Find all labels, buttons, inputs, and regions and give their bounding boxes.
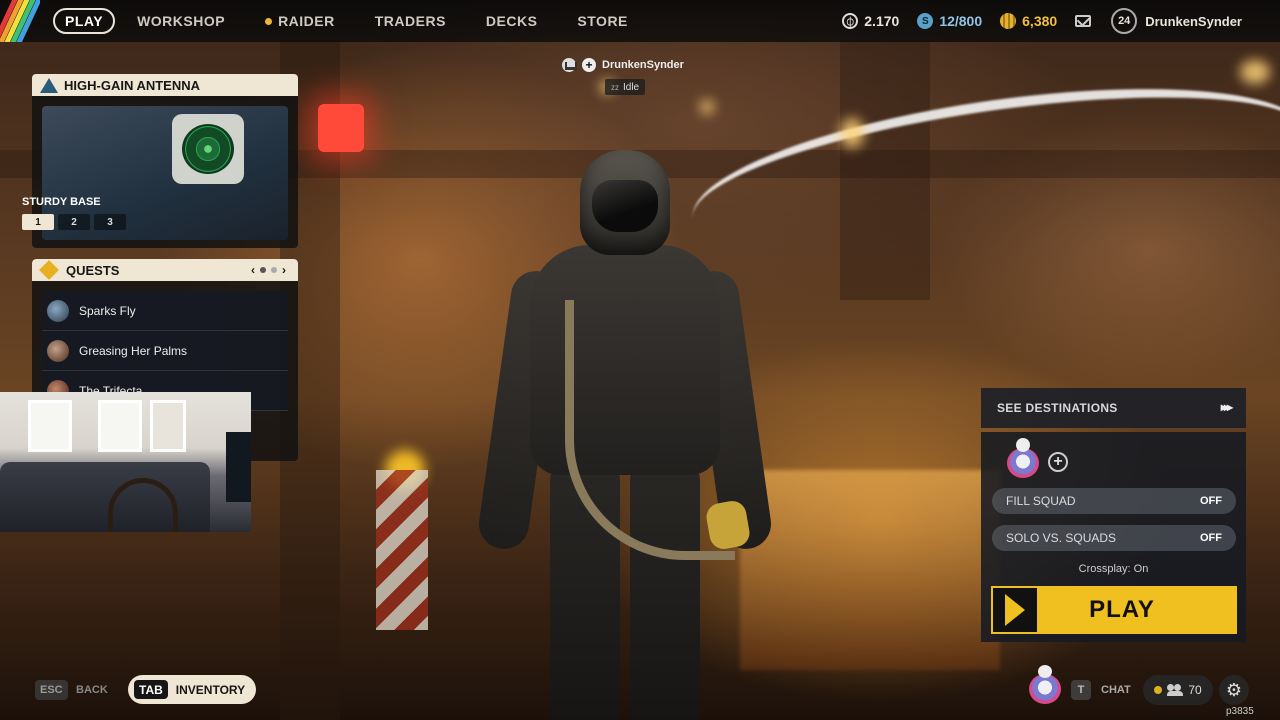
triple-chevron-icon: ▸▸▸ <box>1220 400 1233 414</box>
antenna-title: HIGH-GAIN ANTENNA <box>64 77 201 93</box>
nav-workshop[interactable]: WORKSHOP <box>117 8 245 34</box>
striped-barrier <box>376 470 428 630</box>
radar-screen <box>182 124 234 174</box>
notification-dot-icon <box>265 17 273 25</box>
top-nav-bar: PLAY WORKSHOP RAIDER TRADERS DECKS STORE… <box>0 0 1280 42</box>
nav-decks[interactable]: DECKS <box>466 8 558 34</box>
antenna-header: HIGH-GAIN ANTENNA <box>32 74 298 96</box>
brand-stripes <box>0 0 40 42</box>
quest-name: Sparks Fly <box>79 303 136 318</box>
crown-icon <box>562 58 577 72</box>
solo-label: SOLO VS. SQUADS <box>1006 531 1117 545</box>
nav-store[interactable]: STORE <box>557 8 647 34</box>
destinations-label: SEE DESTINATIONS <box>997 401 1118 415</box>
mail-icon[interactable] <box>1075 15 1092 27</box>
gear-icon[interactable]: ⚙ <box>1219 675 1249 705</box>
friends-count: 70 <box>1188 683 1202 697</box>
webcam-overlay <box>0 392 251 532</box>
inventory-label: INVENTORY <box>175 682 246 697</box>
back-label[interactable]: BACK <box>76 684 108 696</box>
pager-prev-icon[interactable]: ‹ <box>251 263 255 277</box>
friends-icon <box>1167 684 1184 696</box>
solo-value: OFF <box>1200 532 1222 544</box>
fill-squad-value: OFF <box>1200 495 1222 507</box>
player-tag-name: DrunkenSynder <box>602 59 684 71</box>
tier-2-tab[interactable]: 2 <box>58 214 90 230</box>
main-nav: PLAY WORKSHOP RAIDER TRADERS DECKS STORE <box>53 8 648 34</box>
chat-key-hint[interactable]: T <box>1071 680 1091 700</box>
tier-1-tab[interactable]: 1 <box>22 214 54 230</box>
currency-coins[interactable]: ⏀ 2.170 <box>842 13 899 29</box>
nav-raider[interactable]: RAIDER <box>245 8 355 34</box>
quests-header: QUESTS ‹ › <box>32 259 298 281</box>
seed-icon: S <box>917 13 934 29</box>
raider-character <box>470 150 775 720</box>
quest-diamond-icon <box>39 260 59 280</box>
squad-avatar[interactable] <box>1007 448 1039 478</box>
tier-3-tab[interactable]: 3 <box>94 214 126 230</box>
play-button[interactable]: PLAY <box>991 586 1237 634</box>
crossplay-status: Crossplay: On <box>1078 563 1149 575</box>
pager-dot-active <box>260 267 266 273</box>
currency-bar: ⏀ 2.170 S 12/800 6,380 24 DrunkenSynder <box>842 0 1280 42</box>
player-tag: + DrunkenSynder <box>562 58 684 72</box>
currency-seeds[interactable]: S 12/800 <box>917 13 982 29</box>
friends-button[interactable]: 70 <box>1143 675 1213 705</box>
quests-pager: ‹ › <box>251 263 286 277</box>
inventory-button[interactable]: TAB INVENTORY <box>128 675 256 704</box>
nav-traders[interactable]: TRADERS <box>355 8 466 34</box>
neon-ring <box>682 57 1280 293</box>
quests-title: QUESTS <box>66 262 120 278</box>
currency-creds[interactable]: 6,380 <box>1000 13 1057 29</box>
sleep-icon: zz <box>611 82 619 92</box>
quest-item[interactable]: Sparks Fly <box>42 291 288 331</box>
squad-panel: + FILL SQUAD OFF SOLO VS. SQUADS OFF Cro… <box>981 432 1246 642</box>
nav-play[interactable]: PLAY <box>53 8 116 34</box>
solo-vs-squads-toggle[interactable]: SOLO VS. SQUADS OFF <box>992 525 1236 551</box>
profile-username[interactable]: DrunkenSynder <box>1145 14 1242 29</box>
online-dot-icon <box>1154 686 1163 694</box>
level-badge: 24 <box>1111 8 1138 34</box>
radar-device <box>172 114 244 184</box>
quest-name: Greasing Her Palms <box>79 343 188 358</box>
play-chevron-icon <box>993 588 1037 632</box>
play-button-label: PLAY <box>1089 596 1155 623</box>
esc-key-hint[interactable]: ESC <box>35 680 68 700</box>
pager-next-icon[interactable]: › <box>282 263 286 277</box>
bar-counter <box>740 470 1000 670</box>
fill-squad-label: FILL SQUAD <box>1006 494 1076 508</box>
antenna-subtitle: STURDY BASE <box>22 196 101 208</box>
see-destinations-button[interactable]: SEE DESTINATIONS ▸▸▸ <box>981 388 1246 428</box>
version-label: p3835 <box>1226 706 1254 717</box>
quest-avatar-icon <box>47 339 69 362</box>
antenna-triangle-icon <box>40 77 58 93</box>
status-badge: zz Idle <box>605 79 646 95</box>
quest-item[interactable]: Greasing Her Palms <box>42 331 288 371</box>
red-warning-light <box>318 104 364 152</box>
antenna-tiers: 1 2 3 <box>22 214 126 230</box>
quest-avatar-icon <box>47 299 69 322</box>
fill-squad-toggle[interactable]: FILL SQUAD OFF <box>992 488 1236 514</box>
pager-dot <box>271 267 277 273</box>
coin-icon: ⏀ <box>842 13 859 29</box>
bottom-crown-icon <box>1038 665 1052 678</box>
bottom-avatar[interactable] <box>1029 674 1061 704</box>
plus-icon[interactable]: + <box>582 58 596 72</box>
webcam-monitor <box>226 432 251 502</box>
status-text: Idle <box>623 81 640 93</box>
webcam-sofa <box>0 462 210 532</box>
squad-leader-crown-icon <box>1016 438 1030 452</box>
chat-label[interactable]: CHAT <box>1101 684 1131 696</box>
cred-icon <box>1000 13 1017 29</box>
tab-key-hint: TAB <box>134 680 168 699</box>
add-squad-member-icon[interactable]: + <box>1048 452 1068 472</box>
